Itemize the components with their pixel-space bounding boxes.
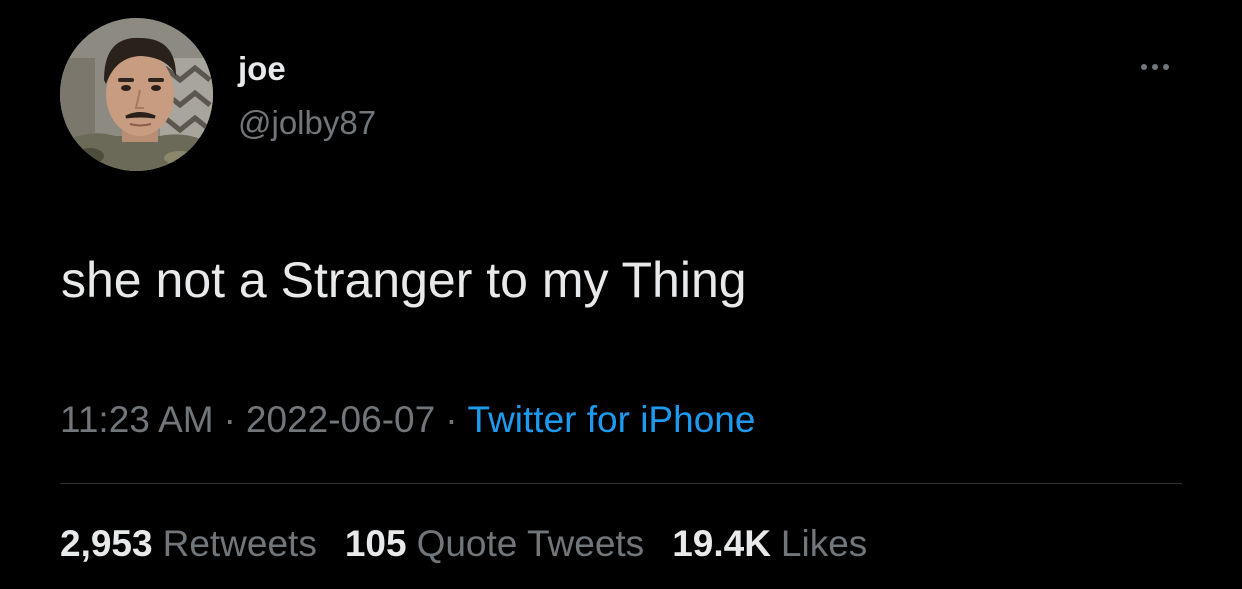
avatar-photo xyxy=(60,18,213,171)
tweet-text: she not a Stranger to my Thing xyxy=(61,252,747,308)
likes-label: Likes xyxy=(780,523,868,564)
more-dot xyxy=(1141,64,1147,70)
retweets-stat[interactable]: 2,953 Retweets xyxy=(60,522,317,566)
tweet-time[interactable]: 11:23 AM xyxy=(60,399,214,440)
tweet-source-link[interactable]: Twitter for iPhone xyxy=(468,399,756,440)
more-horizontal-icon[interactable] xyxy=(1130,54,1180,80)
meta-separator: · xyxy=(223,399,236,440)
quote-tweets-stat[interactable]: 105 Quote Tweets xyxy=(345,522,644,566)
avatar[interactable] xyxy=(60,18,213,171)
display-name[interactable]: joe xyxy=(238,50,286,88)
tweet-meta: 11:23 AM · 2022-06-07 · Twitter for iPhone xyxy=(60,398,755,442)
tweet-detail: joe @jolby87 she not a Stranger to my Th… xyxy=(0,0,1242,589)
divider xyxy=(60,483,1182,484)
user-handle[interactable]: @jolby87 xyxy=(238,104,376,142)
meta-separator: · xyxy=(445,399,458,440)
quote-tweets-label: Quote Tweets xyxy=(416,523,645,564)
tweet-date[interactable]: 2022-06-07 xyxy=(246,399,435,440)
retweets-count: 2,953 xyxy=(60,523,153,564)
more-dot xyxy=(1163,64,1169,70)
retweets-label: Retweets xyxy=(162,523,317,564)
tweet-stats: 2,953 Retweets 105 Quote Tweets 19.4K Likes xyxy=(60,522,867,566)
likes-count: 19.4K xyxy=(672,523,771,564)
more-dot xyxy=(1152,64,1158,70)
likes-stat[interactable]: 19.4K Likes xyxy=(672,522,867,566)
quote-tweets-count: 105 xyxy=(344,523,407,564)
